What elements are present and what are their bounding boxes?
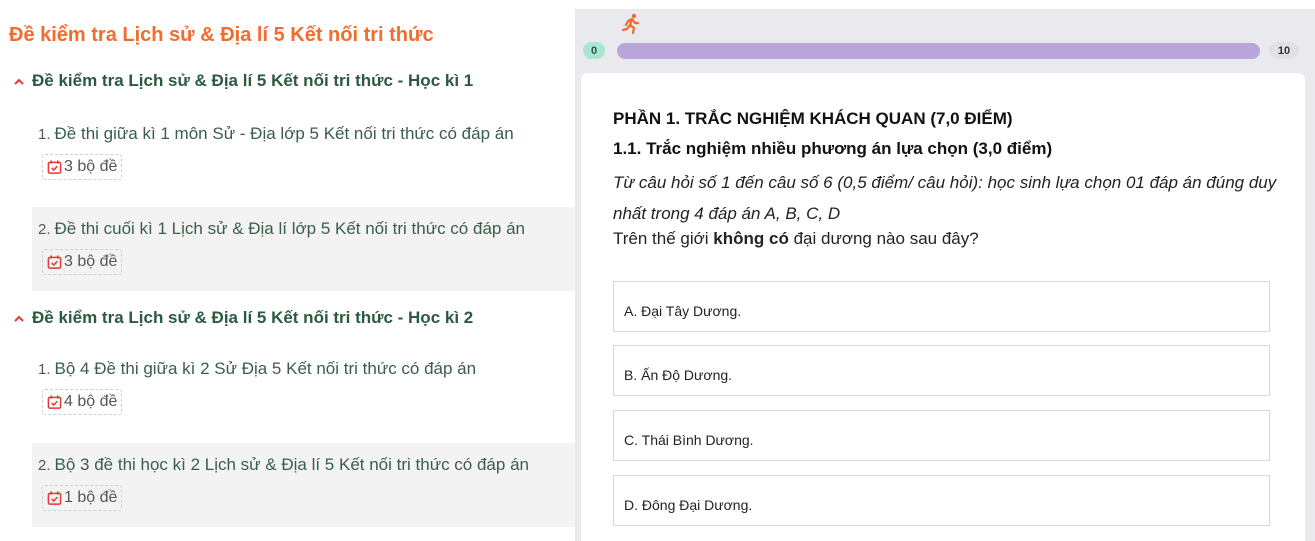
sub-title: 1.1. Trắc nghiệm nhiều phương án lựa chọ… [613,139,1053,158]
section-heading-label: Đề kiểm tra Lịch sử & Địa lí 5 Kết nối t… [32,71,474,90]
calendar-check-icon [47,491,62,505]
answer-option-c[interactable]: C. Thái Bình Dương. [613,410,1270,461]
badge-label: 4 bộ đề [64,393,118,410]
count-badge: 1 bộ đề [42,485,123,511]
question-emphasis: không có [713,229,789,248]
badge-label: 1 bộ đề [64,489,118,506]
badge-label: 3 bộ đề [64,158,118,175]
answer-option-b[interactable]: B. Ấn Độ Dương. [613,345,1270,396]
answer-option-a[interactable]: A. Đại Tây Dương. [613,281,1270,332]
question-prefix: Trên thế giới [613,229,714,248]
count-badge: 3 bộ đề [42,154,123,180]
quiz-panel: 0 10 PHẦN 1. TRẮC NGHIỆM KHÁCH QUAN (7,0… [575,9,1315,541]
list-item[interactable]: 2. Bộ 3 đề thi học kì 2 Lịch sử & Địa lí … [32,443,575,527]
count-badge: 4 bộ đề [42,389,123,415]
count-badge: 3 bộ đề [42,249,123,275]
progress-bar [617,43,1260,59]
calendar-check-icon [47,160,62,174]
item-link[interactable]: Đề thi cuối kì 1 Lịch sử & Địa lí lớp 5 … [55,219,525,238]
item-number: 1. [38,126,51,143]
progress-start-label: 0 [583,42,605,59]
item-number: 2. [38,221,51,238]
instruction-text: Từ câu hỏi số 1 đến câu số 6 (0,5 điểm/ … [613,173,1277,223]
question-suffix: đại dương nào sau đây? [788,229,979,248]
section-header-hk2[interactable]: Đề kiểm tra Lịch sử & Địa lí 5 Kết nối t… [14,308,473,328]
calendar-check-icon [47,255,62,269]
list-item[interactable]: 2. Đề thi cuối kì 1 Lịch sử & Địa lí lớp … [32,207,575,291]
section-header-hk1[interactable]: Đề kiểm tra Lịch sử & Địa lí 5 Kết nối t… [14,71,473,91]
answer-option-d[interactable]: D. Đông Đại Dương. [613,475,1270,526]
question-card: PHẦN 1. TRẮC NGHIỆM KHÁCH QUAN (7,0 ĐIỂM… [581,73,1305,541]
part-title: PHẦN 1. TRẮC NGHIỆM KHÁCH QUAN (7,0 ĐIỂM… [613,109,1013,128]
page-title: Đề kiểm tra Lịch sử & Địa lí 5 Kết nối t… [9,24,434,46]
runner-icon [621,13,640,35]
item-link[interactable]: Bộ 3 đề thi học kì 2 Lịch sử & Địa lí 5 … [55,455,529,474]
calendar-check-icon [47,395,62,409]
question-text: Trên thế giới không có đại dương nào sau… [613,229,979,249]
chevron-up-icon [14,78,24,85]
section-heading-label: Đề kiểm tra Lịch sử & Địa lí 5 Kết nối t… [32,308,474,327]
exam-list-panel: Đề kiểm tra Lịch sử & Địa lí 5 Kết nối t… [0,0,575,541]
chevron-up-icon [14,315,24,322]
item-link[interactable]: Đề thi giữa kì 1 môn Sử - Địa lớp 5 Kết … [55,124,514,143]
list-item[interactable]: 1. Đề thi giữa kì 1 môn Sử - Địa lớp 5 Kế… [32,112,575,192]
item-link[interactable]: Bộ 4 Đề thi giữa kì 2 Sử Địa 5 Kết nối t… [55,359,477,378]
badge-label: 3 bộ đề [64,253,118,270]
progress-end-label: 10 [1269,42,1299,59]
item-number: 2. [38,457,51,474]
list-item[interactable]: 1. Bộ 4 Đề thi giữa kì 2 Sử Địa 5 Kết nối… [32,347,575,433]
item-number: 1. [38,361,51,378]
